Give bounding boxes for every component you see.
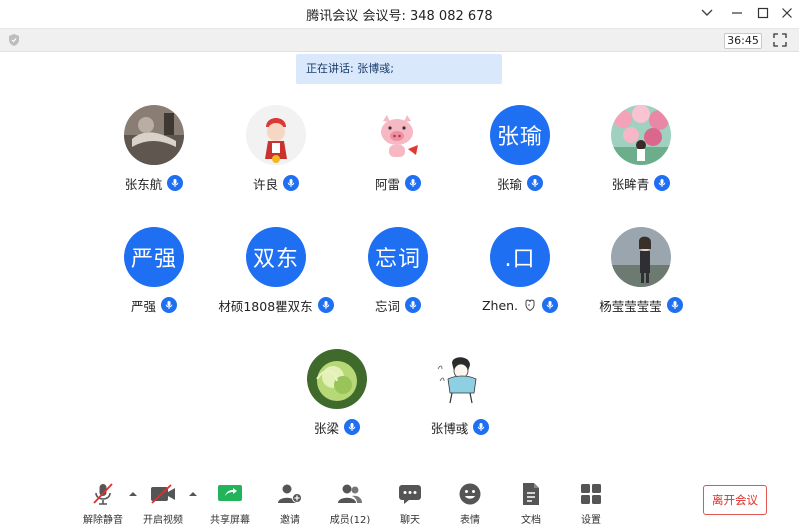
document-icon	[523, 483, 539, 505]
shield-icon[interactable]	[7, 33, 21, 47]
meeting-id-label: 会议号:	[362, 9, 406, 24]
avatar	[124, 105, 184, 165]
participant-tile[interactable]: 张眸青	[576, 105, 706, 205]
meeting-info-bar: 36:45	[0, 28, 799, 52]
chat-bubble-icon	[399, 485, 421, 504]
microphone-icon	[473, 419, 490, 435]
close-icon	[782, 8, 792, 18]
microphone-icon	[405, 297, 421, 313]
participant-name: 张梁	[313, 420, 339, 436]
microphone-icon	[654, 175, 671, 191]
microphone-off-icon	[93, 483, 113, 505]
participant-name: 许良	[252, 176, 278, 192]
participant-name: 严强	[130, 298, 156, 314]
participant-name: 张博彧	[430, 420, 469, 436]
microphone-icon	[283, 175, 299, 191]
participant-tile[interactable]: 张梁	[272, 349, 402, 449]
maximize-button[interactable]	[752, 3, 774, 23]
emoji-badge-icon	[525, 299, 535, 312]
avatar: 忘词	[368, 227, 428, 287]
participant-tile[interactable]: 张瑜 张瑜	[455, 105, 585, 205]
avatar	[307, 349, 367, 409]
start-video-label: 开启视频	[143, 515, 183, 524]
smiley-icon	[459, 483, 481, 505]
grid-settings-icon	[581, 484, 601, 504]
meeting-toolbar: 解除静音 开启视频 共享屏幕 邀请 成员(12) 聊天 表情 文档 设置	[0, 474, 799, 524]
participant-name: 阿雷	[374, 176, 400, 192]
fullscreen-icon[interactable]	[773, 33, 787, 47]
minimize-icon	[732, 12, 742, 14]
emoji-button[interactable]: 表情	[442, 482, 498, 524]
settings-label: 设置	[581, 515, 601, 524]
speaking-indicator: 正在讲话: 张博彧;	[296, 54, 502, 84]
avatar	[246, 105, 306, 165]
avatar: 张瑜	[490, 105, 550, 165]
participant-name: 忘词	[374, 298, 400, 314]
participant-tile[interactable]: 阿雷	[333, 105, 463, 205]
leave-meeting-button[interactable]: 离开会议	[703, 485, 767, 515]
microphone-icon	[344, 419, 360, 435]
video-options-caret-icon[interactable]	[188, 490, 198, 498]
speaking-names: 张博彧;	[357, 62, 394, 75]
participant-tile[interactable]: 忘词 忘词	[333, 227, 463, 327]
maximize-icon	[757, 7, 769, 19]
title-bar: 腾讯会议 会议号: 348 082 678	[0, 0, 799, 28]
participant-tile[interactable]: 杨莹莹莹莹	[576, 227, 706, 327]
participant-name: 张眸青	[611, 176, 650, 192]
close-button[interactable]	[776, 3, 798, 23]
window-title: 腾讯会议 会议号: 348 082 678	[0, 5, 799, 24]
participant-tile[interactable]: 严强 严强	[89, 227, 219, 327]
add-person-icon	[278, 484, 302, 503]
people-icon	[338, 484, 362, 503]
avatar	[430, 349, 490, 409]
members-button[interactable]: 成员(12)	[322, 482, 378, 524]
avatar	[611, 105, 671, 165]
meeting-id: 348 082 678	[409, 9, 493, 24]
microphone-icon	[527, 175, 543, 191]
settings-button[interactable]: 设置	[563, 482, 619, 524]
microphone-icon	[317, 297, 334, 313]
chat-button[interactable]: 聊天	[382, 482, 438, 524]
participant-name: 杨莹莹莹莹	[599, 298, 662, 314]
avatar: .口	[490, 227, 550, 287]
meeting-timer: 36:45	[724, 33, 762, 49]
speaking-label: 正在讲话:	[306, 62, 354, 75]
microphone-icon	[542, 297, 559, 313]
share-screen-button[interactable]: 共享屏幕	[202, 482, 258, 524]
avatar	[368, 105, 428, 165]
participant-tile[interactable]: 张东航	[89, 105, 219, 205]
participant-tile[interactable]: 双东 材硕1808瞿双东	[211, 227, 341, 327]
avatar	[611, 227, 671, 287]
participant-name: 张瑜	[496, 176, 522, 192]
participant-name: 张东航	[124, 176, 163, 192]
invite-button[interactable]: 邀请	[262, 482, 318, 524]
avatar: 严强	[124, 227, 184, 287]
participant-tile[interactable]: .口 Zhen.	[455, 227, 585, 327]
participant-tile[interactable]: 许良	[211, 105, 341, 205]
microphone-icon	[405, 175, 421, 191]
chevron-down-icon	[701, 9, 713, 16]
participant-name: 材硕1808瞿双东	[218, 298, 313, 314]
participant-name: Zhen.	[481, 297, 519, 313]
avatar: 双东	[246, 227, 306, 287]
docs-button[interactable]: 文档	[503, 482, 559, 524]
unmute-button[interactable]: 解除静音	[75, 482, 131, 524]
start-video-button[interactable]: 开启视频	[135, 482, 191, 524]
participant-tile[interactable]: 张博彧	[395, 349, 525, 449]
share-screen-icon	[218, 485, 242, 501]
microphone-icon	[167, 175, 184, 191]
minimize-button[interactable]	[726, 3, 748, 23]
video-off-icon	[151, 484, 175, 504]
microphone-icon	[161, 297, 177, 313]
dropdown-button[interactable]	[696, 3, 718, 23]
microphone-icon	[666, 297, 683, 313]
app-name: 腾讯会议	[306, 9, 359, 24]
